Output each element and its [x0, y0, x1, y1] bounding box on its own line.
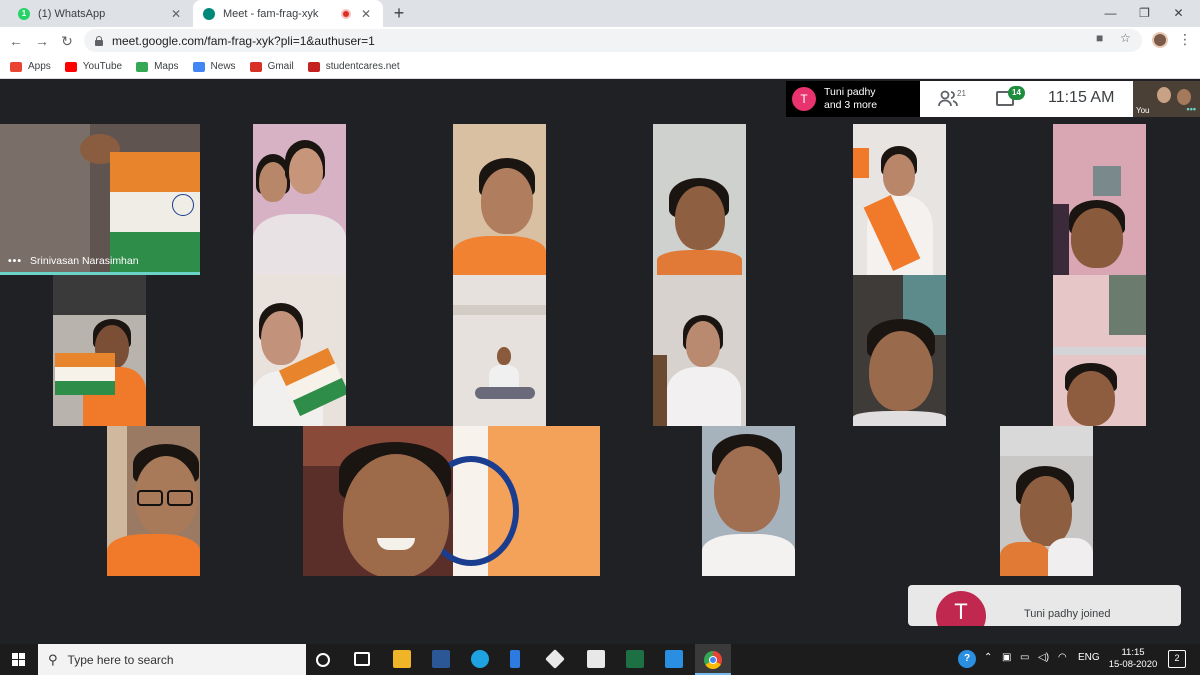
meet-controls: 21 14 11:15 AM: [920, 81, 1133, 117]
bookmark-news[interactable]: News: [192, 61, 236, 72]
youtube-icon: [64, 61, 77, 72]
presenter-name: Tuni padhy: [824, 86, 876, 98]
self-label: You: [1136, 106, 1150, 115]
presenter-avatar: T: [792, 87, 816, 111]
apps-grid-icon: [10, 61, 22, 72]
meet-clock: 11:15 AM: [1048, 89, 1115, 106]
url-text: meet.google.com/fam-frag-xyk?pli=1&authu…: [112, 33, 375, 48]
tab-meet[interactable]: Meet - fam-frag-xyk ✕: [193, 0, 383, 27]
tab-title: (1) WhatsApp: [38, 7, 106, 20]
new-tab-button[interactable]: +: [388, 2, 410, 24]
search-placeholder: Type here to search: [67, 652, 174, 667]
more-menu-icon[interactable]: ⋮: [1178, 31, 1192, 48]
join-notification: T Tuni padhy joined: [908, 585, 1181, 626]
tab-close-icon[interactable]: ✕: [359, 7, 373, 21]
meet-icon: [203, 7, 215, 20]
windows-taskbar: ⚲ Type here to search ? ⌃ ▣ ▭ ◁) ◠ ENG 1…: [0, 644, 1200, 675]
help-icon[interactable]: ?: [958, 650, 976, 668]
profile-avatar[interactable]: [1152, 32, 1168, 48]
taskbar-search[interactable]: ⚲ Type here to search: [38, 644, 306, 675]
participant-tile[interactable]: [253, 275, 346, 426]
tab-title: Meet - fam-frag-xyk: [223, 7, 319, 20]
people-icon[interactable]: [938, 90, 958, 108]
bookmark-apps[interactable]: Apps: [10, 61, 51, 72]
whatsapp-icon: 1: [18, 7, 30, 20]
address-bar[interactable]: meet.google.com/fam-frag-xyk?pli=1&authu…: [84, 29, 1142, 52]
participant-tile-speaking[interactable]: ••• Srinivasan Narasimhan: [0, 124, 200, 275]
bookmark-studentcares[interactable]: studentcares.net: [307, 61, 400, 72]
language-indicator[interactable]: ENG: [1078, 652, 1100, 663]
dropbox-icon[interactable]: [545, 649, 565, 669]
star-icon[interactable]: ☆: [1120, 31, 1131, 45]
participant-tile[interactable]: [1000, 426, 1093, 576]
participant-tile[interactable]: [453, 275, 546, 426]
participant-tile[interactable]: [253, 124, 346, 275]
bookmarks-bar: Apps YouTube Maps News Gmail studentcare…: [0, 55, 1200, 79]
back-arrow-icon[interactable]: ←: [6, 31, 26, 51]
search-icon: ⚲: [48, 651, 58, 667]
vscode-icon[interactable]: [510, 650, 520, 668]
audio-indicator-icon: •••: [8, 255, 23, 267]
tab-whatsapp[interactable]: 1 (1) WhatsApp ✕: [8, 0, 193, 27]
bookmark-maps[interactable]: Maps: [136, 61, 179, 72]
windows-start-icon[interactable]: [12, 653, 25, 666]
presenter-chip[interactable]: T Tuni padhy and 3 more: [786, 81, 920, 117]
chat-badge: 14: [1008, 86, 1025, 100]
participant-tile[interactable]: [653, 275, 746, 426]
presenter-more: and 3 more: [824, 99, 878, 111]
notification-avatar: T: [936, 591, 986, 626]
participant-tile[interactable]: [303, 426, 600, 576]
participant-tile[interactable]: [1053, 124, 1146, 275]
word-icon[interactable]: [432, 650, 450, 668]
tab-strip: 1 (1) WhatsApp ✕ Meet - fam-frag-xyk ✕ +…: [0, 0, 1200, 27]
chevron-up-icon[interactable]: ⌃: [984, 652, 992, 663]
participant-tile[interactable]: [653, 124, 746, 275]
bookmark-youtube[interactable]: YouTube: [64, 61, 122, 72]
close-window-button[interactable]: ✕: [1156, 0, 1200, 27]
participant-tile[interactable]: [702, 426, 795, 576]
chrome-taskbar-button[interactable]: [695, 644, 731, 675]
self-view[interactable]: You •••: [1133, 81, 1200, 117]
taskbar-clock[interactable]: 11:15 15-08-2020: [1108, 647, 1158, 671]
battery-icon[interactable]: ▭: [1020, 652, 1029, 663]
task-view-icon[interactable]: [354, 652, 370, 666]
network-status-icon[interactable]: ▣: [1002, 652, 1011, 663]
news-icon: [192, 61, 205, 72]
cortana-icon[interactable]: [316, 653, 330, 667]
gmail-icon: [249, 61, 262, 72]
browser-toolbar: ← → ↻ meet.google.com/fam-frag-xyk?pli=1…: [0, 27, 1200, 55]
lock-icon: [94, 35, 104, 46]
recording-icon: [341, 8, 351, 19]
forward-arrow-icon[interactable]: →: [32, 31, 52, 51]
bookmark-gmail[interactable]: Gmail: [249, 61, 294, 72]
participant-tile[interactable]: [453, 124, 546, 275]
file-explorer-icon[interactable]: [393, 650, 411, 668]
edge-icon[interactable]: [471, 650, 489, 668]
participant-name: Srinivasan Narasimhan: [30, 255, 139, 267]
participant-tile[interactable]: [853, 275, 946, 426]
tab-close-icon[interactable]: ✕: [169, 7, 183, 21]
participant-tile[interactable]: [1053, 275, 1146, 426]
excel-icon[interactable]: [626, 650, 644, 668]
wifi-icon[interactable]: ◠: [1058, 652, 1067, 663]
participant-tile[interactable]: [107, 426, 200, 576]
more-options-icon[interactable]: •••: [1187, 104, 1196, 114]
notification-text: Tuni padhy joined: [1024, 608, 1111, 620]
mail-icon[interactable]: [665, 650, 683, 668]
participant-tile[interactable]: [53, 275, 146, 426]
store-icon[interactable]: [587, 650, 605, 668]
participant-tile[interactable]: [853, 124, 946, 275]
volume-icon[interactable]: ◁): [1038, 652, 1049, 663]
camera-icon[interactable]: ■: [1096, 31, 1103, 45]
studentcares-icon: [307, 61, 320, 72]
maps-icon: [136, 61, 149, 72]
participants-count: 21: [957, 89, 966, 98]
reload-icon[interactable]: ↻: [57, 31, 77, 51]
action-center-icon[interactable]: 2: [1168, 650, 1186, 668]
india-flag: [55, 353, 115, 395]
